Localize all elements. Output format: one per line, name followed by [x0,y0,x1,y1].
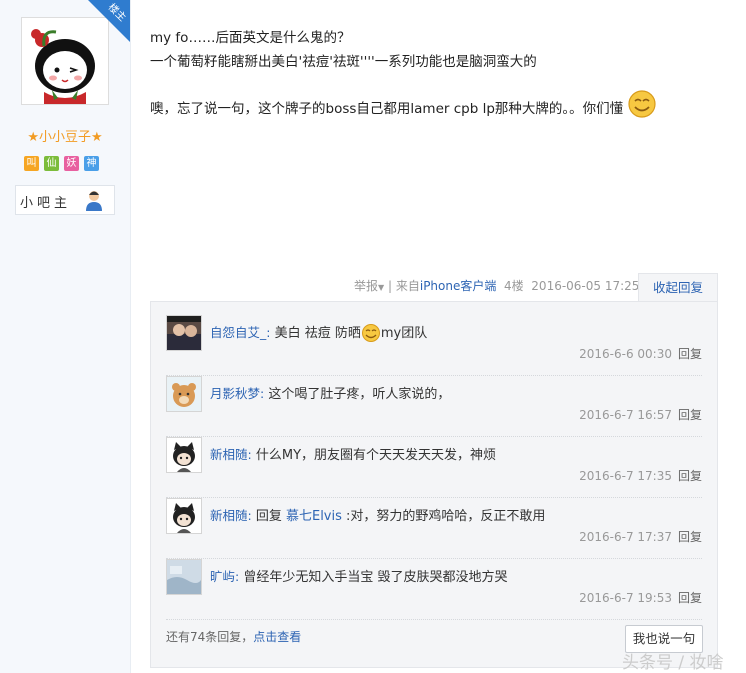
reply-avatar[interactable] [166,559,202,595]
post-line: my fo……后面英文是什么鬼的？ [150,30,351,46]
client-link[interactable]: iPhone客户端 [420,279,497,293]
reply-username[interactable]: 新相随: [210,508,252,523]
reply-meta: 2016-6-7 17:37 回复 [579,528,702,545]
smiley-icon [361,323,381,347]
reply-button[interactable]: 回复 [678,530,702,544]
smiley-icon [627,89,657,127]
reply-username[interactable]: 自怨自艾_: [210,325,270,340]
badge-icon[interactable]: 仙 [44,156,59,171]
reply-item: 月影秋梦: 这个喝了肚子疼，听人家说的， 2016-6-7 16:57 回复 [166,376,702,437]
reply-meta: 2016-6-7 19:53 回复 [579,589,702,606]
reply-meta: 2016-6-7 17:35 回复 [579,467,702,484]
chevron-down-icon[interactable]: ▼ [378,283,384,292]
reply-time: 2016-6-7 17:37 [579,530,672,544]
reply-text: 自怨自艾_: 美白 祛痘 防晒 my团队 [210,322,427,347]
author-sidebar: 楼主 ★小小豆子★ 叫 仙 妖 神 小吧主 [0,0,131,673]
reply-button[interactable]: 回复 [678,591,702,605]
floor-owner-badge: 楼主 [88,0,130,42]
post-line-wrap: 噢，忘了说一句，这个牌子的boss自己都用lamer cpb lp那种大牌的。。… [150,89,710,127]
rank-box[interactable]: 小吧主 [15,185,115,215]
reply-text: 月影秋梦: 这个喝了肚子疼，听人家说的， [210,383,450,402]
post-line: 一个葡萄籽能瞎掰出美白'祛痘'祛斑''''一系列功能也是脑洞蛮大的 [150,54,537,70]
reply-time: 2016-6-6 00:30 [579,347,672,361]
reply-item: 自怨自艾_: 美白 祛痘 防晒 my团队 2016-6-6 00:30 回复 [166,315,702,376]
reply-body: 美白 祛痘 防晒 [270,326,361,341]
post-meta: 举报▼ | 来自iPhone客户端 4楼 2016-06-05 17:25 [354,277,639,294]
reply-avatar[interactable] [166,376,202,412]
mention-link[interactable]: 慕七Elvis [286,509,342,524]
reply-panel: 自怨自艾_: 美白 祛痘 防晒 my团队 2016-6-6 00:30 回复 月影秋… [150,301,718,668]
report-link[interactable]: 举报 [354,279,378,293]
reply-body: my团队 [380,326,428,341]
reply-body: 曾经年少无知入手当宝 毁了皮肤哭都没地方哭 [239,570,508,585]
reply-item: 新相随: 回复 慕七Elvis :对，努力的野鸡哈哈，反正不敢用 2016-6-… [166,498,702,559]
author-badges: 叫 仙 妖 神 [24,156,99,171]
reply-meta: 2016-6-7 16:57 回复 [579,406,702,423]
reply-text: 新相随: 什么MY，朋友圈有个天天发天天发，神烦 [210,444,496,463]
reply-body: :对，努力的野鸡哈哈，反正不敢用 [341,509,546,524]
reply-avatar[interactable] [166,315,202,351]
view-more-link[interactable]: 点击查看 [253,630,301,644]
collapse-replies-button[interactable]: 收起回复 [638,273,718,302]
post-line: 噢，忘了说一句，这个牌子的boss自己都用lamer cpb lp那种大牌的。。… [150,101,624,117]
post-time: 2016-06-05 17:25 [531,279,640,293]
reply-text: 旷屿: 曾经年少无知入手当宝 毁了皮肤哭都没地方哭 [210,566,507,585]
moderator-icon [84,189,104,215]
reply-username[interactable]: 旷屿: [210,569,239,584]
reply-avatar[interactable] [166,437,202,473]
badge-icon[interactable]: 叫 [24,156,39,171]
reply-meta: 2016-6-6 00:30 回复 [579,345,702,362]
reply-text: 新相随: 回复 慕七Elvis :对，努力的野鸡哈哈，反正不敢用 [210,505,545,524]
reply-username[interactable]: 月影秋梦: [210,386,264,401]
reply-button[interactable]: 回复 [678,347,702,361]
reply-item: 新相随: 什么MY，朋友圈有个天天发天天发，神烦 2016-6-7 17:35 回… [166,437,702,498]
reply-avatar[interactable] [166,498,202,534]
reply-body: 回复 [251,509,286,524]
reply-username[interactable]: 新相随: [210,447,252,462]
from-prefix: | 来自 [388,279,420,293]
more-replies: 还有74条回复，点击查看 [166,628,301,645]
author-username[interactable]: ★小小豆子★ [0,126,130,145]
badge-icon[interactable]: 神 [84,156,99,171]
reply-body: 什么MY，朋友圈有个天天发天天发，神烦 [251,448,497,463]
badge-icon[interactable]: 妖 [64,156,79,171]
reply-time: 2016-6-7 16:57 [579,408,672,422]
reply-time: 2016-6-7 19:53 [579,591,672,605]
reply-time: 2016-6-7 17:35 [579,469,672,483]
reply-button[interactable]: 回复 [678,469,702,483]
reply-item: 旷屿: 曾经年少无知入手当宝 毁了皮肤哭都没地方哭 2016-6-7 19:53… [166,559,702,620]
watermark: 头条号 / 妆啥 [622,653,724,673]
floor-number: 4楼 [504,279,524,293]
post-content: my fo……后面英文是什么鬼的？ 一个葡萄籽能瞎掰出美白'祛痘'祛斑''''一… [150,26,710,127]
more-replies-count: 还有74条回复， [166,630,254,644]
reply-body: 这个喝了肚子疼，听人家说的， [264,387,451,402]
rank-label: 小吧主 [20,196,72,211]
reply-button[interactable]: 回复 [678,408,702,422]
